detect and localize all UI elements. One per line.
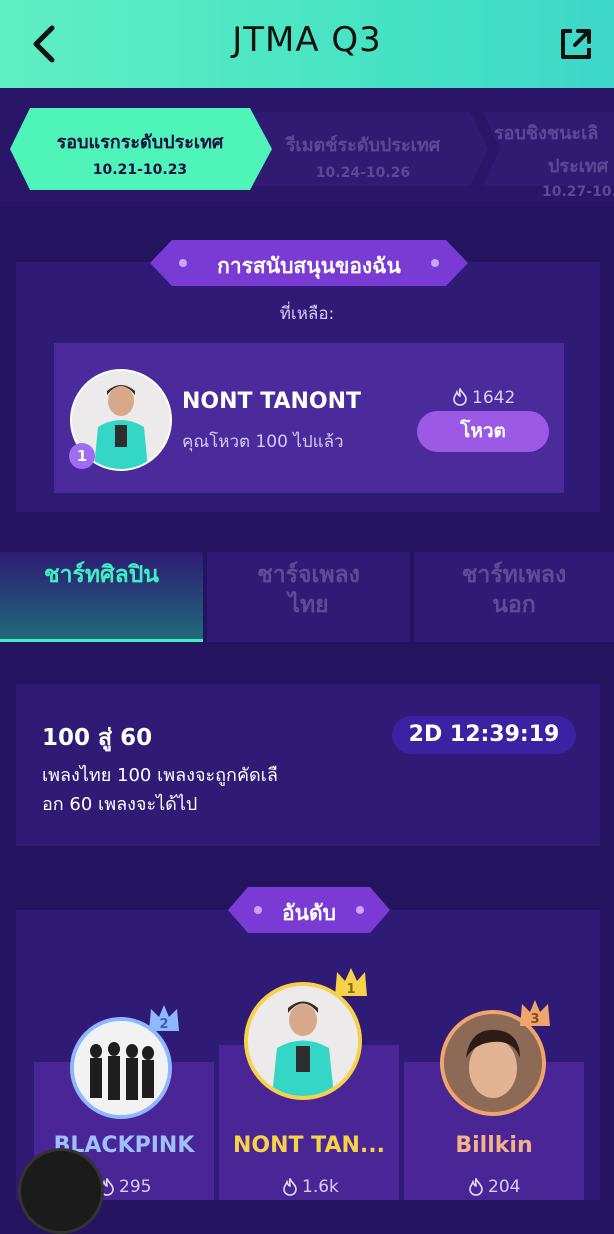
info-title: 100 สู่ 60 [42,725,153,751]
info-line-2: อก 60 เพลงจะได้ไป [42,794,198,815]
tab-thai-songs-line1: ชาร์จเพลง [257,562,360,588]
ranking-fire-icon-1 [282,1176,298,1196]
rank-crown-3-number: 3 [530,1012,539,1027]
voted-text: คุณโหวต 100 ไปแล้ว [182,432,344,452]
tab-international-songs[interactable]: ชาร์ทเพลง นอก [414,552,614,642]
rank-crown-2: 2 [147,1003,181,1033]
stage-tab-3[interactable]: รอบชิงชนะเลิ ประเทศ 10.27-10.3 [494,118,614,200]
ranking-fire-icon-3 [468,1176,484,1196]
stage-tab-1[interactable]: รอบแรกระดับประเทศ 10.21-10.23 [30,127,250,178]
ranking-name-1: NONT TAN... [232,1133,385,1158]
rank-crown-2-number: 2 [159,1017,168,1032]
vote-button[interactable]: โหวต [417,411,549,452]
ranking-votes-1: 1.6k [302,1177,339,1197]
rank-crown-3: 3 [518,998,552,1028]
ranking-votes-2: 295 [119,1177,152,1197]
music-disc-icon[interactable] [18,1148,104,1234]
stage-tab-3-name-line1: รอบชิงชนะเลิ [494,123,599,144]
ranking-avatar-1[interactable] [244,982,362,1100]
share-icon[interactable] [556,24,596,64]
supported-artist-name: NONT TANONT [182,389,362,414]
ranking-name-3: Billkin [455,1133,533,1158]
support-banner-title: การสนับสนุนของฉัน [217,254,401,278]
info-line-1: เพลงไทย 100 เพลงจะถูกคัดเลื [42,765,278,786]
stage-tab-2-name: รีเมตช์ระดับประเทศ [285,135,441,156]
stage-tab-2[interactable]: รีเมตช์ระดับประเทศ 10.24-10.26 [258,130,468,181]
rank-crown-1: 1 [333,966,369,998]
stage-tab-3-dates: 10.27-10.3 [542,184,614,200]
tab-international-songs-line2: นอก [492,592,536,618]
stage-tab-2-dates: 10.24-10.26 [315,165,411,181]
tab-thai-songs[interactable]: ชาร์จเพลง ไทย [207,552,410,642]
page-title: JTMA Q3 [232,20,382,60]
rank-badge: 1 [69,443,95,469]
rank-badge-number: 1 [76,447,88,465]
stage-tab-1-name: รอบแรกระดับประเทศ [56,132,224,153]
heat-count: 1642 [472,388,516,408]
fire-icon [452,386,468,406]
tab-artist-chart-label: ชาร์ทศิลปิน [43,562,160,588]
tab-artist-chart[interactable]: ชาร์ทศิลปิน [0,552,203,642]
stage-tab-3-name-line2: ประเทศ [548,156,609,177]
ranking-votes-3: 204 [488,1177,521,1197]
stage-tab-1-dates: 10.21-10.23 [92,162,188,178]
rank-crown-1-number: 1 [346,982,355,997]
remaining-label: ที่เหลือ: [279,304,335,324]
ranking-banner-title: อันดับ [282,901,336,925]
countdown-timer: 2D 12:39:19 [392,716,576,754]
tab-thai-songs-line2: ไทย [288,592,329,618]
tab-international-songs-line1: ชาร์ทเพลง [461,562,567,588]
